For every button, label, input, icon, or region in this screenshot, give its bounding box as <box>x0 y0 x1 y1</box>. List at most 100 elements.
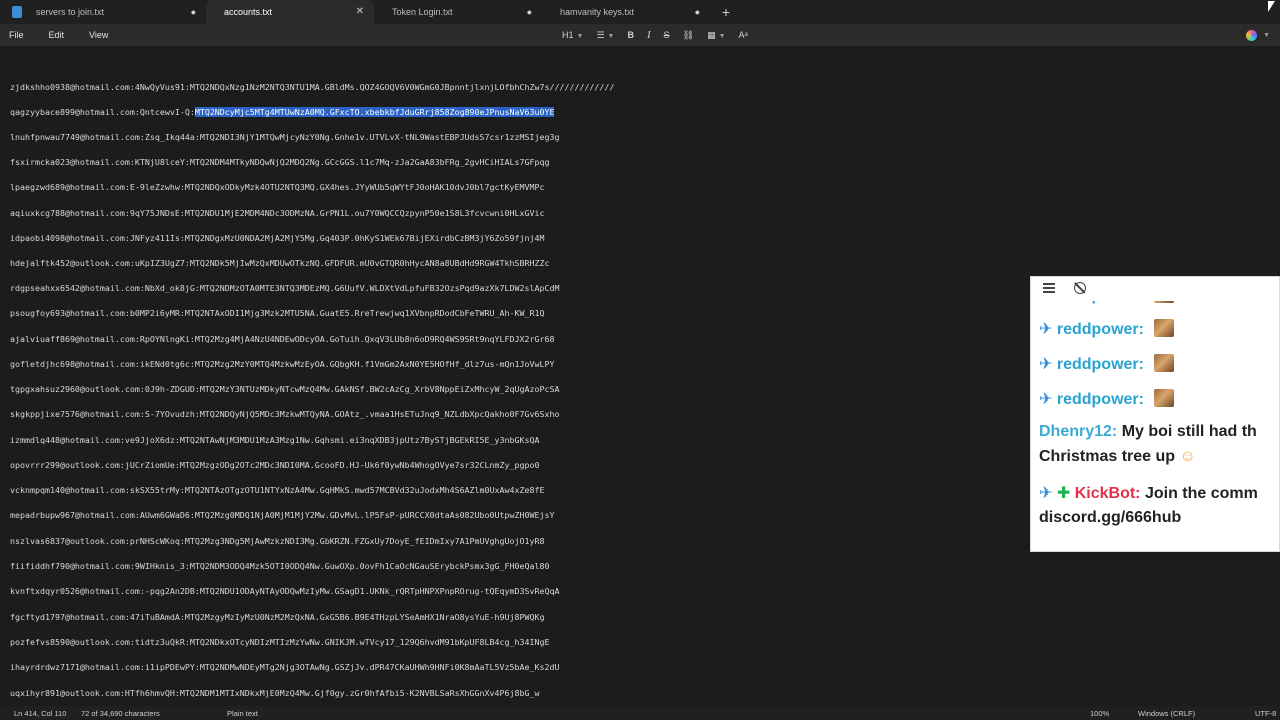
chat-text: My boi still had th <box>1121 423 1257 440</box>
text-line: nszlvas6837@outlook.com:prNHScWKoq:MTQ2M… <box>10 536 545 546</box>
text-line: skgkppjixe7576@hotmail.com:S-7YOvudzh:MT… <box>10 409 560 419</box>
chat-username: reddpower: <box>1056 321 1144 338</box>
mouse-cursor-icon <box>1268 1 1275 12</box>
text-line: lnuhfpnwau7749@hotmail.com:Zsq_Ikq44a:MT… <box>10 132 560 142</box>
chat-message: Dhenry12: My boi still had th <box>1039 423 1257 441</box>
cursor-position[interactable]: Ln 414, Col 110 <box>14 709 66 718</box>
text-line: rdgpseahxx6542@hotmail.com:NbXd_ok8jG:MT… <box>10 283 560 293</box>
text-line: aqiuxkcg788@hotmail.com:9qY75JNDsE:MTQ2N… <box>10 208 545 218</box>
timestamps-off-icon[interactable] <box>1074 282 1086 294</box>
text-line: gofletdjhc698@hotmail.com:ikENd0tg6c:MTQ… <box>10 359 555 369</box>
text-line: mepadrbupw967@hotmail.com:AUwm6GWaD6:MTQ… <box>10 510 555 520</box>
text-line: hdejalftk452@outlook.com:uKpIZ3UgZ7:MTQ2… <box>10 258 550 268</box>
text-line: qagzyybace899@hotmail.com:QntcewvI-Q:MTQ… <box>10 105 555 119</box>
text-line: kvnftxdqyr0526@hotmail.com:-pqg2An2DB:MT… <box>10 586 560 596</box>
chat-message-continued: discord.gg/666hub <box>1039 509 1181 527</box>
list-dropdown[interactable]: ☰ ▼ <box>596 30 614 41</box>
text-line: ihayrdrdwz7171@hotmail.com:i1ipPDEwPY:MT… <box>10 662 560 672</box>
text-line-prefix: qagzyybace899@hotmail.com:QntcewvI-Q: <box>10 107 195 117</box>
text-line: lpaegzwd689@hotmail.com:E-9leZzwhw:MTQ2N… <box>10 182 545 192</box>
chat-username: reddpower: <box>1056 391 1144 408</box>
selection-count: 72 of 34,690 characters <box>81 709 160 718</box>
unsaved-dot-icon[interactable]: ● <box>695 0 700 24</box>
text-line: uqxihyr891@outlook.com:HTfh6hmvQH:MTQ2ND… <box>10 688 540 698</box>
notepad-app-icon <box>12 6 22 18</box>
text-line: fsxirmcka023@hotmail.com:KTNjU8lceY:MTQ2… <box>10 157 550 167</box>
document-mode[interactable]: Plain text <box>227 709 258 718</box>
tab-accounts[interactable]: accounts.txt ✕ <box>206 0 374 24</box>
chat-header <box>1031 277 1279 301</box>
menu-icon[interactable] <box>1043 283 1055 293</box>
chat-overlay[interactable]: ✈ reddpower: ✈ reddpower: ✈ reddpower: ✈… <box>1030 276 1280 552</box>
heading-dropdown[interactable]: H1 ▼ <box>562 30 583 40</box>
tab-token-login[interactable]: Token Login.txt ● <box>374 0 542 24</box>
format-toolbar: H1 ▼ ☰ ▼ B I S ⛓ ▦ ▼ Aᵃ <box>562 24 761 46</box>
unsaved-dot-icon[interactable]: ● <box>527 0 532 24</box>
chevron-down-icon[interactable]: ▼ <box>1263 32 1270 39</box>
text-line: psougfoy693@hotmail.com:b0MP2i6yMR:MTQ2N… <box>10 308 545 318</box>
text-line: izmmdlq448@hotmail.com:ve9JjoX6dz:MTQ2NT… <box>10 435 540 445</box>
pin-icon: ✈ <box>1039 321 1053 338</box>
smile-emoji-icon: ☺ <box>1179 448 1196 465</box>
text-line: tgpgxahsuz2960@outlook.com:0J9h-ZDGUD:MT… <box>10 384 560 394</box>
chat-text: Join the comm <box>1144 485 1258 502</box>
table-dropdown[interactable]: ▦ ▼ <box>707 30 725 41</box>
line-ending[interactable]: Windows (CRLF) <box>1138 709 1195 718</box>
chat-link[interactable]: discord.gg/666hub <box>1039 509 1181 526</box>
avatar <box>1154 389 1175 407</box>
chat-username: KickBot: <box>1074 485 1141 502</box>
chevron-down-icon: ▼ <box>718 32 726 40</box>
text-line: idpaobi4098@hotmail.com:JNFyz411Is:MTQ2N… <box>10 233 545 243</box>
chat-text: Christmas tree up <box>1039 448 1176 465</box>
tab-label: servers to join.txt <box>36 7 105 17</box>
table-icon: ▦ <box>707 29 716 40</box>
encoding[interactable]: UTF-8 <box>1255 709 1276 718</box>
text-line: pozfefvs8590@outlook.com:tidtz3uQkR:MTQ2… <box>10 637 550 647</box>
text-line: zjdkshho0938@hotmail.com:4NwQyVus91:MTQ2… <box>10 82 615 92</box>
menu-view[interactable]: View <box>89 30 108 40</box>
new-tab-button[interactable]: + <box>714 0 738 24</box>
selected-token: MTQ2NDcyMjc5MTg4MTUwNzA0MQ.GFxcTO.xbebkb… <box>194 107 555 117</box>
status-bar: Ln 414, Col 110 72 of 34,690 characters … <box>0 706 1280 720</box>
verified-badge-icon: ✚ <box>1056 485 1071 502</box>
toolbar-right: ▼ <box>1246 24 1270 46</box>
list-icon: ☰ <box>596 29 605 40</box>
text-line: fiifiddhf790@hotmail.com:9WIHknis_3:MTQ2… <box>10 561 550 571</box>
text-line: vcknmpqm140@hotmail.com:skSX55trMy:MTQ2N… <box>10 485 545 495</box>
bold-button[interactable]: B <box>627 30 634 40</box>
avatar <box>1154 354 1175 372</box>
chevron-down-icon: ▼ <box>576 33 584 40</box>
tab-label: accounts.txt <box>224 7 273 17</box>
tab-label: Token Login.txt <box>392 7 453 17</box>
chat-username: Dhenry12: <box>1039 423 1118 440</box>
chevron-down-icon: ▼ <box>607 32 615 40</box>
text-line: fgcftyd1797@hotmail.com:47iTuBAmdA:MTQ2M… <box>10 612 545 622</box>
pin-icon: ✈ <box>1039 485 1053 502</box>
zoom-level[interactable]: 100% <box>1090 709 1109 718</box>
chat-message: ✈ reddpower: <box>1039 319 1175 339</box>
close-tab-icon[interactable]: ✕ <box>356 0 364 24</box>
italic-button[interactable]: I <box>647 29 651 41</box>
unsaved-dot-icon[interactable]: ● <box>191 0 196 24</box>
pin-icon: ✈ <box>1039 391 1053 408</box>
copilot-icon[interactable] <box>1246 29 1258 41</box>
tab-bar: servers to join.txt ● accounts.txt ✕ Tok… <box>0 0 1280 24</box>
tab-label: hamvanity keys.txt <box>560 7 635 17</box>
menu-file[interactable]: File <box>9 30 24 40</box>
link-button[interactable]: ⛓ <box>683 30 694 41</box>
menu-edit[interactable]: Edit <box>49 30 65 40</box>
chat-username: reddpower: <box>1056 356 1144 373</box>
strikethrough-button[interactable]: S <box>664 30 670 40</box>
heading-label: H1 <box>562 30 574 40</box>
chat-message: ✈ reddpower: <box>1039 389 1175 409</box>
chat-message: ✈ reddpower: <box>1039 354 1175 374</box>
tab-hamvanity-keys[interactable]: hamvanity keys.txt ● <box>542 0 710 24</box>
spellcheck-button[interactable]: Aᵃ <box>739 30 748 40</box>
text-line: ajalviuaff869@hotmail.com:RpOYNlngKi:MTQ… <box>10 334 555 344</box>
tab-servers-to-join[interactable]: servers to join.txt ● <box>30 0 206 24</box>
text-line: opovrrr299@outlook.com:jUCrZiomUe:MTQ2Mz… <box>10 460 540 470</box>
chat-message: ✈ ✚ KickBot: Join the comm <box>1039 483 1258 503</box>
chat-message-continued: Christmas tree up ☺ <box>1039 448 1196 466</box>
pin-icon: ✈ <box>1039 356 1053 373</box>
avatar <box>1154 319 1175 337</box>
